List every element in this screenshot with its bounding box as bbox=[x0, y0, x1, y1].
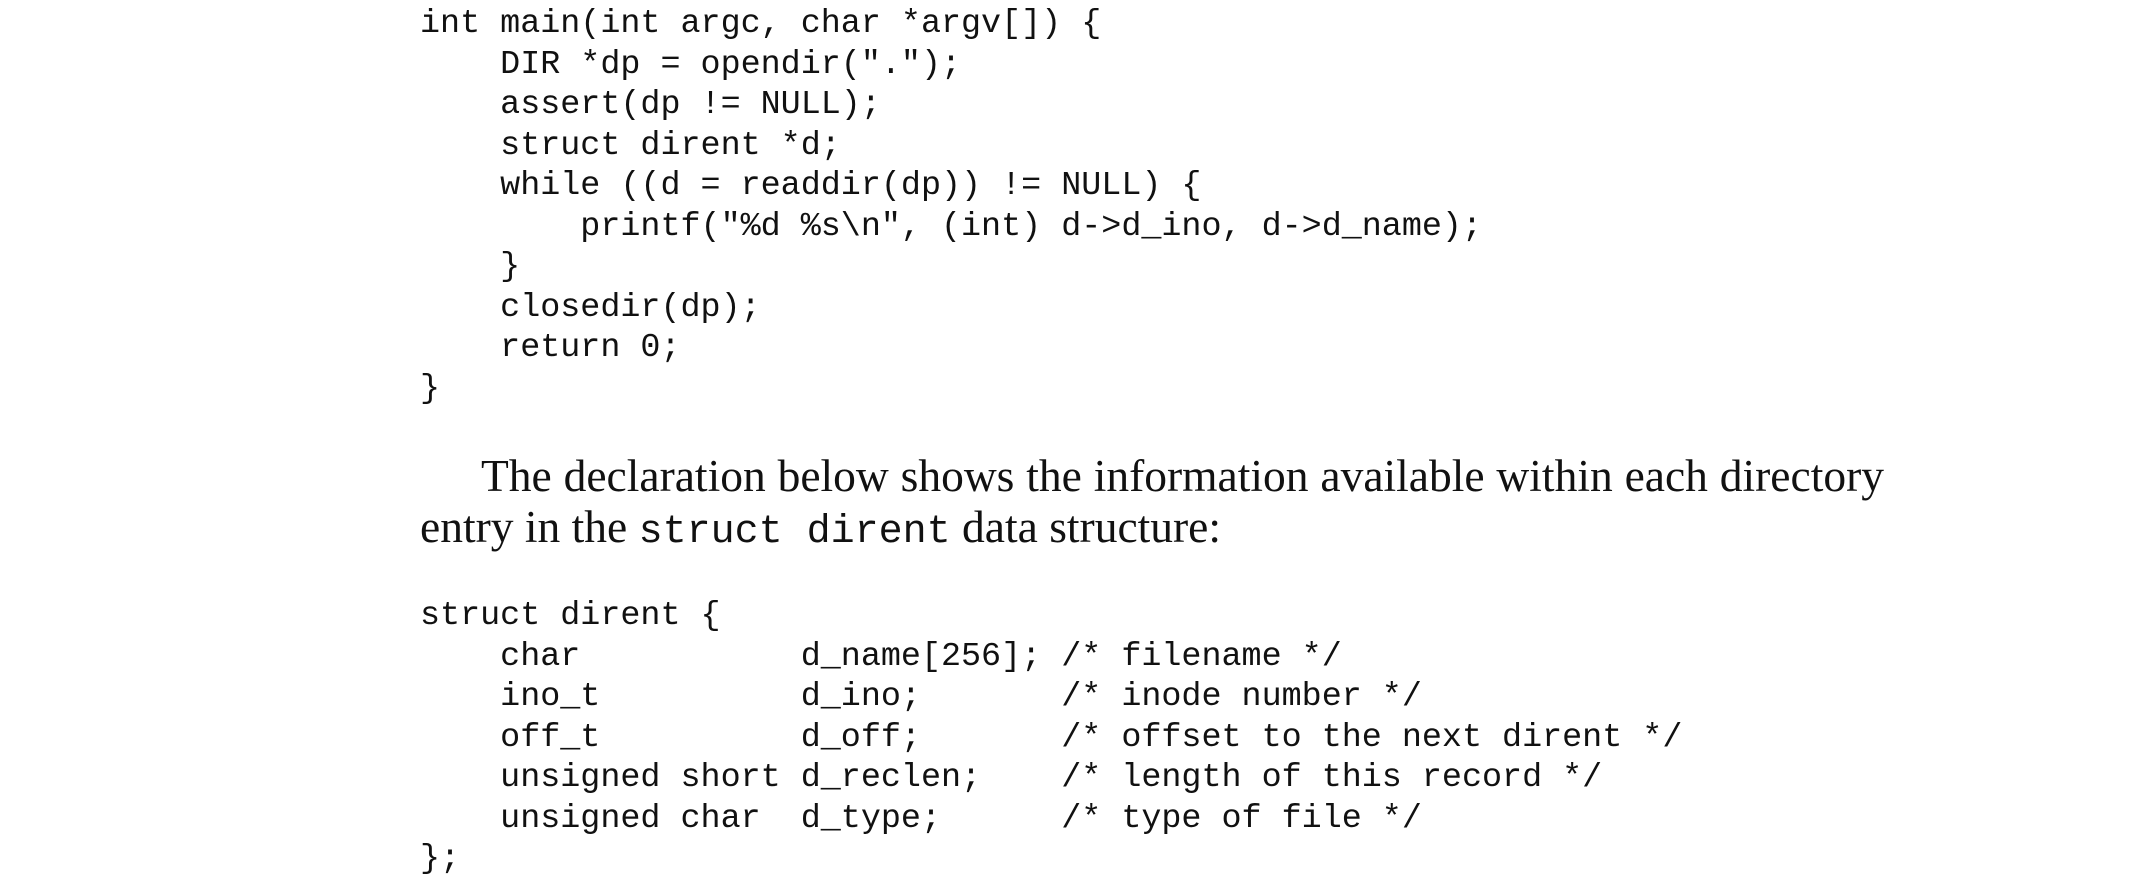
code-line: struct dirent { bbox=[420, 597, 721, 635]
body-paragraph: The declaration below shows the informat… bbox=[420, 450, 1884, 558]
code-line: closedir(dp); bbox=[420, 288, 761, 327]
code-line: printf("%d %s\n", (int) d->d_ino, d->d_n… bbox=[420, 207, 1482, 246]
code-line: }; bbox=[420, 840, 461, 878]
code-line: DIR *dp = opendir("."); bbox=[420, 45, 962, 84]
code-line: ino_t d_ino; /* inode number */ bbox=[420, 678, 1422, 716]
code-line: off_t d_off; /* offset to the next diren… bbox=[420, 718, 1683, 757]
code-line: struct dirent *d; bbox=[420, 126, 841, 165]
inline-code-struct-dirent: struct dirent bbox=[638, 510, 951, 555]
code-listing-struct-dirent: struct dirent { char d_name[256]; /* fil… bbox=[420, 596, 1682, 880]
code-listing-readdir-example: int main(int argc, char *argv[]) { DIR *… bbox=[420, 4, 1482, 409]
code-line: return 0; bbox=[420, 329, 681, 367]
code-line: int main(int argc, char *argv[]) { bbox=[420, 5, 1102, 43]
code-line: assert(dp != NULL); bbox=[420, 86, 881, 124]
code-line: unsigned short d_reclen; /* length of th… bbox=[420, 759, 1603, 797]
code-line: } bbox=[420, 369, 441, 408]
code-line: char d_name[256]; /* filename */ bbox=[420, 637, 1342, 676]
code-line: } bbox=[420, 248, 521, 286]
code-line: while ((d = readdir(dp)) != NULL) { bbox=[420, 167, 1202, 205]
paragraph-text-after: data structure: bbox=[950, 501, 1222, 552]
code-line: unsigned char d_type; /* type of file */ bbox=[420, 799, 1422, 838]
